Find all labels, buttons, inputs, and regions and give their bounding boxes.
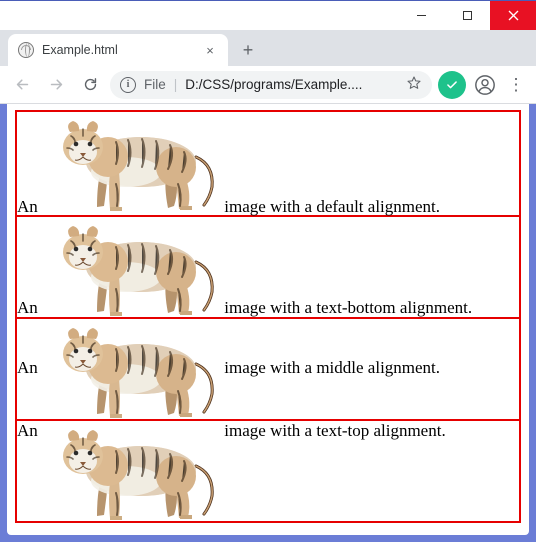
user-icon xyxy=(474,74,496,96)
tab-strip: Example.html × + xyxy=(0,30,536,66)
url-scheme-label: File xyxy=(144,77,166,92)
window-close-button[interactable] xyxy=(490,1,536,30)
window-maximize-button[interactable] xyxy=(444,1,490,30)
window-titlebar xyxy=(0,0,536,30)
tiger-image xyxy=(46,112,216,212)
row-prefix: An xyxy=(17,421,38,440)
row-prefix: An xyxy=(17,358,38,377)
forward-button[interactable] xyxy=(42,71,70,99)
site-info-icon[interactable]: i xyxy=(120,77,136,93)
extension-button[interactable] xyxy=(438,71,466,99)
tab-title: Example.html xyxy=(42,43,118,57)
minimize-icon xyxy=(416,10,427,21)
reload-button[interactable] xyxy=(76,71,104,99)
reload-icon xyxy=(82,76,99,93)
tiger-image xyxy=(46,217,216,317)
close-icon xyxy=(508,10,519,21)
globe-icon xyxy=(18,42,34,58)
example-row: An image with a text-bottom alignment. xyxy=(15,215,521,319)
extension-check-icon xyxy=(445,78,459,92)
tab-close-button[interactable]: × xyxy=(202,43,218,58)
address-bar[interactable]: i File | D:/CSS/programs/Example.... xyxy=(110,71,432,99)
back-button[interactable] xyxy=(8,71,36,99)
row-suffix: image with a text-top alignment. xyxy=(224,421,445,440)
bookmark-button[interactable] xyxy=(406,75,422,94)
maximize-icon xyxy=(462,10,473,21)
row-suffix: image with a default alignment. xyxy=(224,197,440,216)
arrow-left-icon xyxy=(14,76,31,93)
browser-window: Example.html × + i File | D:/CSS/program… xyxy=(0,0,536,542)
arrow-right-icon xyxy=(48,76,65,93)
example-row: An image with a default alignment. xyxy=(15,110,521,217)
row-prefix: An xyxy=(17,197,38,216)
row-prefix: An xyxy=(17,298,38,317)
new-tab-button[interactable]: + xyxy=(234,36,262,64)
url-text: D:/CSS/programs/Example.... xyxy=(185,77,398,92)
example-row: An image with a middle alignment. xyxy=(15,317,521,421)
row-suffix: image with a text-bottom alignment. xyxy=(224,298,472,317)
profile-button[interactable] xyxy=(472,72,498,98)
browser-tab[interactable]: Example.html × xyxy=(8,34,228,66)
star-icon xyxy=(406,75,422,91)
page-viewport: An image with a default alignment. An im… xyxy=(7,104,529,535)
example-row: An image with a text-top alignment. xyxy=(15,419,521,523)
window-minimize-button[interactable] xyxy=(398,1,444,30)
kebab-menu-button[interactable]: ⋮ xyxy=(504,75,528,95)
tiger-image xyxy=(46,319,216,419)
url-divider: | xyxy=(174,77,178,92)
browser-toolbar: i File | D:/CSS/programs/Example.... ⋮ xyxy=(0,66,536,104)
tiger-image xyxy=(46,421,216,521)
row-suffix: image with a middle alignment. xyxy=(224,358,440,377)
